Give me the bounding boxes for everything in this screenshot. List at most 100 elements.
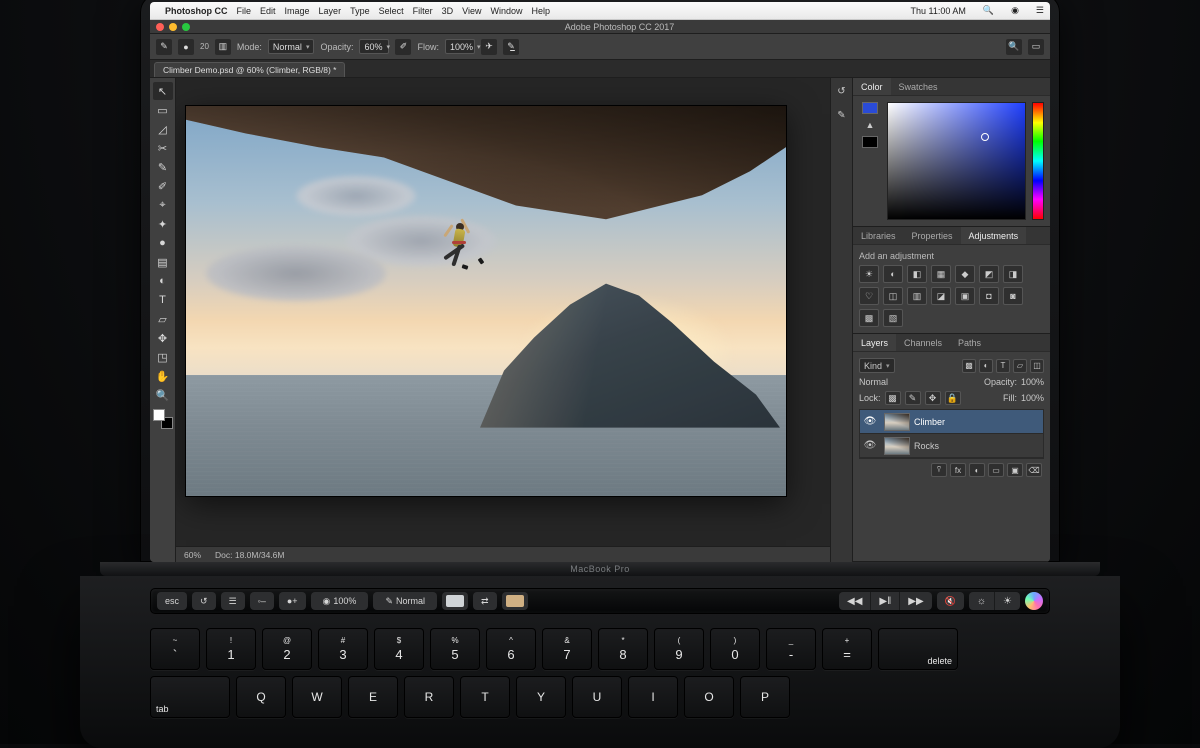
brush-panel-icon[interactable]: ▥ [215,39,231,55]
selective-color-adj-icon[interactable]: ▧ [883,309,903,327]
brush-preset-icon[interactable]: ● [178,39,194,55]
filter-type-icon[interactable]: T [996,359,1010,373]
gradient-map-adj-icon[interactable]: ▩ [859,309,879,327]
levels-adj-icon[interactable]: ◐ [883,265,903,283]
key-w[interactable]: W [292,676,342,718]
hue-adj-icon[interactable]: ◩ [979,265,999,283]
swatches-tab[interactable]: Swatches [891,78,946,95]
layer-filter-select[interactable]: Kind [859,358,895,373]
color-balance-adj-icon[interactable]: ◨ [1003,265,1023,283]
menubar-app-name[interactable]: Photoshop CC [165,6,228,16]
filter-adjust-icon[interactable]: ◐ [979,359,993,373]
siri-menubar-icon[interactable]: ◉ [1011,5,1019,16]
key-r[interactable]: R [404,676,454,718]
document-canvas[interactable] [186,106,786,496]
foreground-color-swatch[interactable] [153,409,165,421]
pen-tool[interactable]: ▱ [153,310,173,328]
lock-all-icon[interactable]: 🔒 [945,391,961,405]
hue-cube-icon[interactable]: ▲ [866,120,875,130]
touchbar-mode-button[interactable]: ✎ Normal [373,592,437,610]
touchbar-brush-smaller[interactable]: ◦– [250,592,274,610]
type-tool[interactable]: T [153,291,173,309]
history-panel-icon[interactable]: ↺ [835,84,849,98]
key-5[interactable]: %5 [430,628,480,670]
clone-stamp-tool[interactable]: ✦ [153,215,173,233]
tool-preset-icon[interactable]: ✎ [156,39,172,55]
key-tab[interactable]: tab [150,676,230,718]
key-8[interactable]: *8 [598,628,648,670]
layer-opacity-input[interactable]: 100% [1021,377,1044,387]
lasso-tool[interactable]: ◿ [153,120,173,138]
touchbar-siri-icon[interactable] [1025,592,1043,610]
key-delete[interactable]: delete [878,628,958,670]
delete-layer-icon[interactable]: ⌫ [1026,463,1042,477]
properties-tab[interactable]: Properties [904,227,961,244]
paths-tab[interactable]: Paths [950,334,989,351]
key-0[interactable]: )0 [710,628,760,670]
menubar-item-select[interactable]: Select [379,6,404,16]
touchbar-history-icon[interactable]: ↺ [192,592,216,610]
menubar-item-filter[interactable]: Filter [413,6,433,16]
color-tab[interactable]: Color [853,78,891,95]
doc-size-readout[interactable]: Doc: 18.0M/34.6M [215,550,284,560]
adjustments-tab[interactable]: Adjustments [961,227,1027,244]
lock-pixels-icon[interactable]: ✎ [905,391,921,405]
key-e[interactable]: E [348,676,398,718]
menubar-item-layer[interactable]: Layer [319,6,342,16]
menubar-item-view[interactable]: View [462,6,481,16]
history-brush-tool[interactable]: ● [153,234,173,252]
libraries-tab[interactable]: Libraries [853,227,904,244]
touchbar-next-icon[interactable]: ▶▶ [899,592,931,610]
crop-tool[interactable]: ✂ [153,139,173,157]
color-bg-swatch[interactable] [862,136,878,148]
rectangle-tool[interactable]: ◳ [153,348,173,366]
layer-row[interactable]: 👁 Climber [860,410,1043,434]
touchbar-esc[interactable]: esc [157,592,187,610]
threshold-adj-icon[interactable]: ◙ [1003,287,1023,305]
new-group-icon[interactable]: ▭ [988,463,1004,477]
invert-adj-icon[interactable]: ▣ [955,287,975,305]
layer-thumbnail[interactable] [884,437,910,455]
path-selection-tool[interactable]: ✥ [153,329,173,347]
search-icon[interactable]: 🔍 [1006,39,1022,55]
channels-tab[interactable]: Channels [896,334,950,351]
key-backtick[interactable]: ~` [150,628,200,670]
key-equals[interactable]: += [822,628,872,670]
touchbar-brush-larger[interactable]: ●+ [279,592,306,610]
flow-input[interactable]: 100% [445,39,475,54]
zoom-window-button[interactable] [182,23,190,31]
menubar-item-3d[interactable]: 3D [442,6,454,16]
foreground-background-swatch[interactable] [153,409,173,429]
zoom-readout[interactable]: 60% [184,550,201,560]
touchbar-size-slider[interactable]: ◉ 100% [311,592,369,610]
layer-mask-icon[interactable]: ◐ [969,463,985,477]
key-p[interactable]: P [740,676,790,718]
menubar-item-type[interactable]: Type [350,6,370,16]
touchbar-color-b[interactable] [502,592,528,610]
brightness-adj-icon[interactable]: ☀ [859,265,879,283]
key-t[interactable]: T [460,676,510,718]
key-i[interactable]: I [628,676,678,718]
filter-pixel-icon[interactable]: ▩ [962,359,976,373]
touchbar-prev-icon[interactable]: ◀◀ [839,592,870,610]
touchbar-swap-colors-icon[interactable]: ⇄ [473,592,497,610]
key-9[interactable]: (9 [654,628,704,670]
airbrush-icon[interactable]: ✈ [481,39,497,55]
filter-smart-icon[interactable]: ◫ [1030,359,1044,373]
key-2[interactable]: @2 [262,628,312,670]
key-u[interactable]: U [572,676,622,718]
menubar-item-help[interactable]: Help [531,6,550,16]
lock-transparency-icon[interactable]: ▩ [885,391,901,405]
brush-settings-icon[interactable]: ✎ [835,108,849,122]
spotlight-icon[interactable]: 🔍 [983,5,994,16]
key-q[interactable]: Q [236,676,286,718]
vibrance-adj-icon[interactable]: ◆ [955,265,975,283]
gradient-tool[interactable]: ▤ [153,253,173,271]
posterize-adj-icon[interactable]: ◘ [979,287,999,305]
pressure-opacity-icon[interactable]: ✐ [395,39,411,55]
key-minus[interactable]: _- [766,628,816,670]
healing-tool[interactable]: ⌖ [153,196,173,214]
brush-tool[interactable]: ✐ [153,177,173,195]
lock-position-icon[interactable]: ✥ [925,391,941,405]
layer-style-icon[interactable]: fx [950,463,966,477]
